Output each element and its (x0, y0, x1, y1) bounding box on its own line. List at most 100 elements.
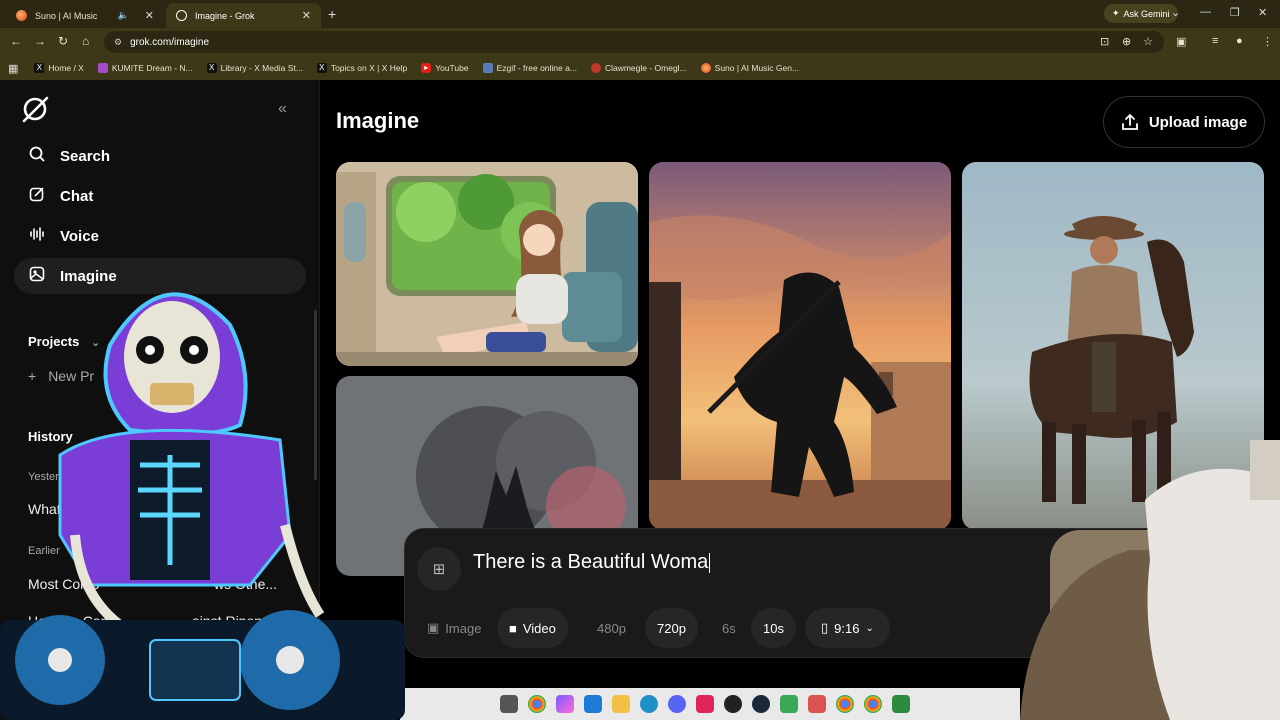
start-icon[interactable] (500, 695, 518, 713)
chip-label: Image (445, 620, 482, 636)
forward-icon[interactable]: → (34, 34, 46, 48)
install-icon[interactable]: ⊡ (1100, 35, 1109, 48)
upload-image-button[interactable]: Upload image (1103, 96, 1265, 148)
bookmark-star-icon[interactable]: ☆ (1143, 35, 1153, 48)
zoom-icon[interactable]: ⊕ (1122, 35, 1131, 48)
bookmark-item[interactable]: KUMITE Dream - N... (97, 63, 193, 73)
ezgif-icon (482, 63, 493, 73)
nav-label: Voice (60, 227, 99, 245)
aspect-ratio-dropdown[interactable]: ▯ 9:16 ⌄ (805, 608, 890, 648)
chip-label: 10s (763, 620, 784, 636)
nav-voice[interactable]: Voice (14, 218, 306, 254)
new-tab-icon[interactable]: + (328, 6, 336, 22)
image-icon: ▣ (427, 620, 440, 635)
menu-icon[interactable]: ⋮ (1262, 35, 1273, 48)
duration-6s-chip[interactable]: 6s (710, 608, 748, 648)
grok-icon (176, 10, 187, 21)
bookmark-label: Library - X Media St... (220, 63, 303, 73)
browser-toolbar: ← → ↻ ⌂ ⚙ grok.com/imagine ⊡ ⊕ ☆ ▣ ≡ ● ⋮ (0, 28, 1280, 56)
bookmark-item[interactable]: X Topics on X | X Help (316, 63, 408, 73)
upload-label: Upload image (1148, 113, 1248, 131)
x-icon: X (206, 63, 217, 73)
chrome-icon[interactable] (836, 695, 854, 713)
nav-label: Chat (60, 187, 94, 205)
bookmark-label: YouTube (435, 63, 469, 73)
tab-title: Imagine - Grok (195, 10, 255, 21)
bookmarks-bar: ▦ X Home / X KUMITE Dream - N... X Library… (0, 56, 1280, 80)
page-title: Imagine (336, 108, 420, 133)
bookmark-label: Topics on X | X Help (330, 63, 408, 73)
nav-search[interactable]: Search (14, 138, 306, 174)
mode-video-chip[interactable]: ■ Video (497, 608, 568, 648)
gallery-image[interactable] (649, 162, 951, 530)
attach-image-button[interactable]: ⊞ (417, 547, 461, 591)
media-icon[interactable]: ≡ (1212, 35, 1218, 47)
apps-grid-icon[interactable]: ▦ (8, 62, 18, 75)
resolution-720p-chip[interactable]: 720p (645, 608, 698, 648)
suno-icon (700, 63, 711, 73)
terminal-icon[interactable] (892, 695, 910, 713)
bookmark-item[interactable]: X Home / X (34, 63, 84, 73)
bookmark-item[interactable]: X Library - X Media St... (206, 63, 303, 73)
site-settings-icon[interactable]: ⚙ (114, 37, 122, 48)
copilot-icon[interactable] (556, 695, 574, 713)
bookmark-label: Suno | AI Music Gen... (714, 63, 800, 73)
nav-label: Search (60, 147, 111, 165)
back-icon[interactable]: ← (10, 34, 22, 48)
voice-icon (28, 226, 46, 246)
ask-gemini-button[interactable]: ✦ Ask Gemini (1104, 4, 1178, 23)
maximize-icon[interactable]: ❐ (1230, 6, 1240, 19)
suno-icon (16, 10, 27, 21)
app-icon[interactable] (696, 695, 714, 713)
edge-icon[interactable] (640, 695, 658, 713)
search-icon (28, 146, 46, 166)
mode-image-chip[interactable]: ▣ Image (415, 608, 493, 648)
chip-label: 6s (722, 620, 736, 636)
home-icon[interactable]: ⌂ (82, 34, 89, 48)
tab-imagine-grok[interactable]: Imagine - Grok ✕ (166, 3, 321, 28)
gemini-icon: ✦ (1112, 8, 1120, 18)
bookmark-item[interactable]: Ezgif - free online a... (482, 63, 577, 73)
reload-icon[interactable]: ↻ (58, 34, 68, 48)
resolution-480p-chip[interactable]: 480p (585, 608, 638, 648)
profile-avatar[interactable]: ● (1236, 35, 1243, 47)
close-icon[interactable]: ✕ (302, 9, 311, 22)
windows-taskbar (400, 688, 1020, 720)
url-text: grok.com/imagine (130, 36, 209, 48)
speaker-icon[interactable]: 🔈 (118, 10, 129, 21)
bookmark-label: Clawmegle - Omegl... (604, 63, 687, 73)
video-camera-icon: ■ (509, 620, 517, 636)
chevron-down-icon[interactable]: ⌄ (1171, 6, 1180, 19)
bookmark-label: Ezgif - free online a... (496, 63, 577, 73)
app-icon[interactable] (808, 695, 826, 713)
collapse-sidebar-icon[interactable]: « (278, 100, 287, 118)
grok-logo-icon[interactable] (20, 94, 50, 124)
nav-chat[interactable]: Chat (14, 178, 306, 214)
chat-icon (28, 186, 46, 206)
xbox-icon[interactable] (780, 695, 798, 713)
close-icon[interactable]: ✕ (1258, 6, 1267, 19)
close-icon[interactable]: ✕ (145, 9, 154, 22)
duration-10s-chip[interactable]: 10s (751, 608, 796, 648)
minimize-icon[interactable]: — (1200, 6, 1211, 18)
chip-label: Video (522, 620, 556, 636)
clawmegle-icon (590, 63, 601, 73)
chrome-icon[interactable] (528, 695, 546, 713)
add-image-icon: ⊞ (432, 561, 446, 578)
address-bar[interactable]: ⚙ grok.com/imagine (104, 31, 1164, 53)
ask-gemini-label: Ask Gemini (1123, 8, 1170, 19)
obs-icon[interactable] (724, 695, 742, 713)
bookmark-item[interactable]: Clawmegle - Omegl... (590, 63, 687, 73)
steam-icon[interactable] (752, 695, 770, 713)
x-icon: X (316, 63, 327, 73)
discord-icon[interactable] (668, 695, 686, 713)
x-icon: X (34, 63, 45, 73)
bookmark-item[interactable]: ▸ YouTube (421, 63, 469, 73)
tab-suno[interactable]: Suno | AI Music 🔈 ✕ (6, 3, 164, 28)
photos-icon[interactable] (584, 695, 602, 713)
chrome-icon[interactable] (864, 695, 882, 713)
sidepanel-icon[interactable]: ▣ (1176, 35, 1186, 48)
prompt-input[interactable]: There is a Beautiful Woma (473, 551, 710, 574)
file-explorer-icon[interactable] (612, 695, 630, 713)
bookmark-item[interactable]: Suno | AI Music Gen... (700, 63, 800, 73)
